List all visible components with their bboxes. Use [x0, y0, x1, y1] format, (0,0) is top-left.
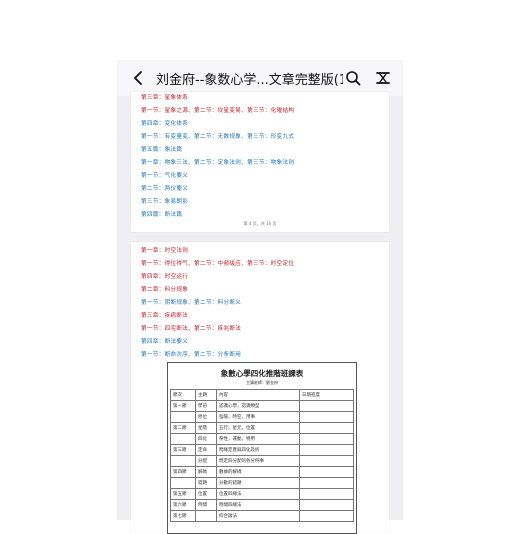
table-row: 四化 祭性，運動，特用	[170, 433, 354, 445]
table-cell	[170, 455, 196, 467]
table-cell	[299, 422, 354, 434]
table-cell: 時間四緣法	[216, 499, 300, 511]
table-row: 原位 陰陽，時空，用事	[170, 411, 354, 423]
table-cell: 陰陽，時空，用事	[216, 411, 300, 423]
document-title: 刘金府--象数心学...文章完整版(1).pdf	[156, 72, 343, 88]
table-row: 第四節 解碼 數據的解碼	[170, 466, 354, 478]
toc-line: 第一节：四宅断法、第二节：疾兆断法	[141, 326, 242, 332]
toc-line: 第二节：两仪要义	[141, 186, 189, 192]
table-cell: 第四節	[170, 466, 196, 478]
table-cell: 第六節	[170, 499, 196, 511]
toc-line: 第四章：变化体系	[141, 121, 189, 127]
table-row: 錯題 分數的錯題	[170, 477, 354, 489]
toc-line: 第四章：时空运行	[141, 274, 189, 280]
table-row: 第二節 星階 五行，星元，位置	[170, 422, 354, 434]
table-cell	[299, 477, 354, 489]
table-cell: 四化	[195, 433, 217, 445]
table-cell: 原位	[195, 411, 217, 423]
toc-line: 第一节：断命次序、第二节：分条断用	[141, 352, 242, 358]
table-cell: 祭性，運動，特用	[216, 433, 300, 445]
course-schedule-image: 象數心學四化推階班課表 主講老師：劉金府 節次 主題 內容 日期進度 第一節 學…	[167, 362, 357, 534]
table-cell	[170, 477, 196, 489]
table-cell	[170, 433, 196, 445]
toolbar: 刘金府--象数心学...文章完整版(1).pdf	[117, 60, 403, 96]
table-cell: 問緣定產與四化及拆	[216, 444, 300, 456]
table-row: 第五節 位置 位置四緣法	[170, 488, 354, 500]
table-cell: 第三節	[170, 444, 196, 456]
pdf-page-4: 第三章：星象体系 第一节：星象之源、第二节：坎星变易、第三节：化曜结构 第四章：…	[131, 92, 389, 232]
table-cell: 五行，星元，位置	[216, 422, 300, 434]
table-cell: 第二節	[170, 422, 196, 434]
table-cell: 定命	[195, 444, 217, 456]
toc-line: 第三节：象易朗影	[141, 199, 189, 205]
table-cell: 星階	[195, 422, 217, 434]
toc-line: 第三章：星象体系	[141, 95, 189, 101]
toc-line: 第一节：气化要义	[141, 173, 189, 179]
table-row: 第六節 時間 時間四緣法	[170, 499, 354, 511]
table-header-cell: 內容	[216, 389, 300, 401]
table-cell: 位置四緣法	[216, 488, 300, 500]
toc-line: 第一章：时空法则	[141, 248, 189, 254]
toc-line: 第一节：得位得气、第二节：中频级应、第三节：时空定位	[141, 261, 295, 267]
toc-line: 第一节：阴断规象、第二节：料分断义	[141, 300, 242, 306]
table-title: 象數心學四化推階班課表	[220, 369, 304, 378]
table-cell: 解碼	[195, 466, 217, 478]
search-icon[interactable]	[343, 68, 363, 88]
table-cell: 數據的解碼	[216, 466, 300, 478]
table-header-row: 節次 主題 內容 日期進度	[170, 389, 354, 401]
pdf-page-5: 第一章：时空法则 第一节：得位得气、第二节：中频级应、第三节：时空定位 第四章：…	[131, 242, 389, 534]
table-row: 分配 問定四分配的各分例事	[170, 455, 354, 467]
table-cell: 第一節	[170, 400, 196, 412]
table-cell: 學前	[195, 400, 217, 412]
outline-icon[interactable]	[373, 68, 393, 88]
chevron-left-icon[interactable]	[128, 67, 150, 89]
table-cell: 問定四分配的各分例事	[216, 455, 300, 467]
toc-line: 第五篇：象法篇	[141, 147, 183, 153]
table-cell: 分數的錯題	[216, 477, 300, 489]
table-cell: 認識心學，認識類型	[216, 400, 300, 412]
table-cell: 時間	[195, 499, 217, 511]
table-cell: 分配	[195, 455, 217, 467]
toc-line: 第二章：料分规象	[141, 287, 189, 293]
table-cell	[299, 488, 354, 500]
table-cell	[299, 499, 354, 511]
table-header-cell: 節次	[170, 389, 196, 401]
toc-line: 第一节：有变量变、第二节：无数规象、第三节：形变九式	[141, 134, 295, 140]
table-cell: 第五節	[170, 488, 196, 500]
table-cell	[170, 411, 196, 423]
table-header-cell: 日期進度	[299, 389, 354, 401]
toc-line: 第一章：物象三法、第二节：定象法则、第三节：物象法则	[141, 160, 295, 166]
table-row: 第一節 學前 認識心學，認識類型	[170, 400, 354, 412]
toc-line: 第一节：星象之源、第二节：坎星变易、第三节：化曜结构	[141, 108, 295, 114]
toc-line: 第三章：疾病断法	[141, 313, 189, 319]
table-row: 第三節 定命 問緣定產與四化及拆	[170, 444, 354, 456]
toc-line: 第四章：断法要义	[141, 339, 189, 345]
schedule-table: 節次 主題 內容 日期進度 第一節 學前 認識心學，認識類型 原位 陰陽，時空，…	[170, 389, 354, 522]
table-cell	[299, 411, 354, 423]
page-number: 第 4 页，共 16 页	[243, 221, 277, 226]
table-cell	[299, 400, 354, 412]
table-cell	[299, 455, 354, 467]
table-header-cell: 主題	[195, 389, 217, 401]
toc-line: 第四篇：断法篇	[141, 212, 183, 218]
table-cell: 位置	[195, 488, 217, 500]
table-cell	[299, 433, 354, 445]
table-cell	[299, 444, 354, 456]
table-cell	[299, 466, 354, 478]
table-cell: 錯題	[195, 477, 217, 489]
table-subtitle: 主講老師：劉金府	[246, 380, 278, 385]
